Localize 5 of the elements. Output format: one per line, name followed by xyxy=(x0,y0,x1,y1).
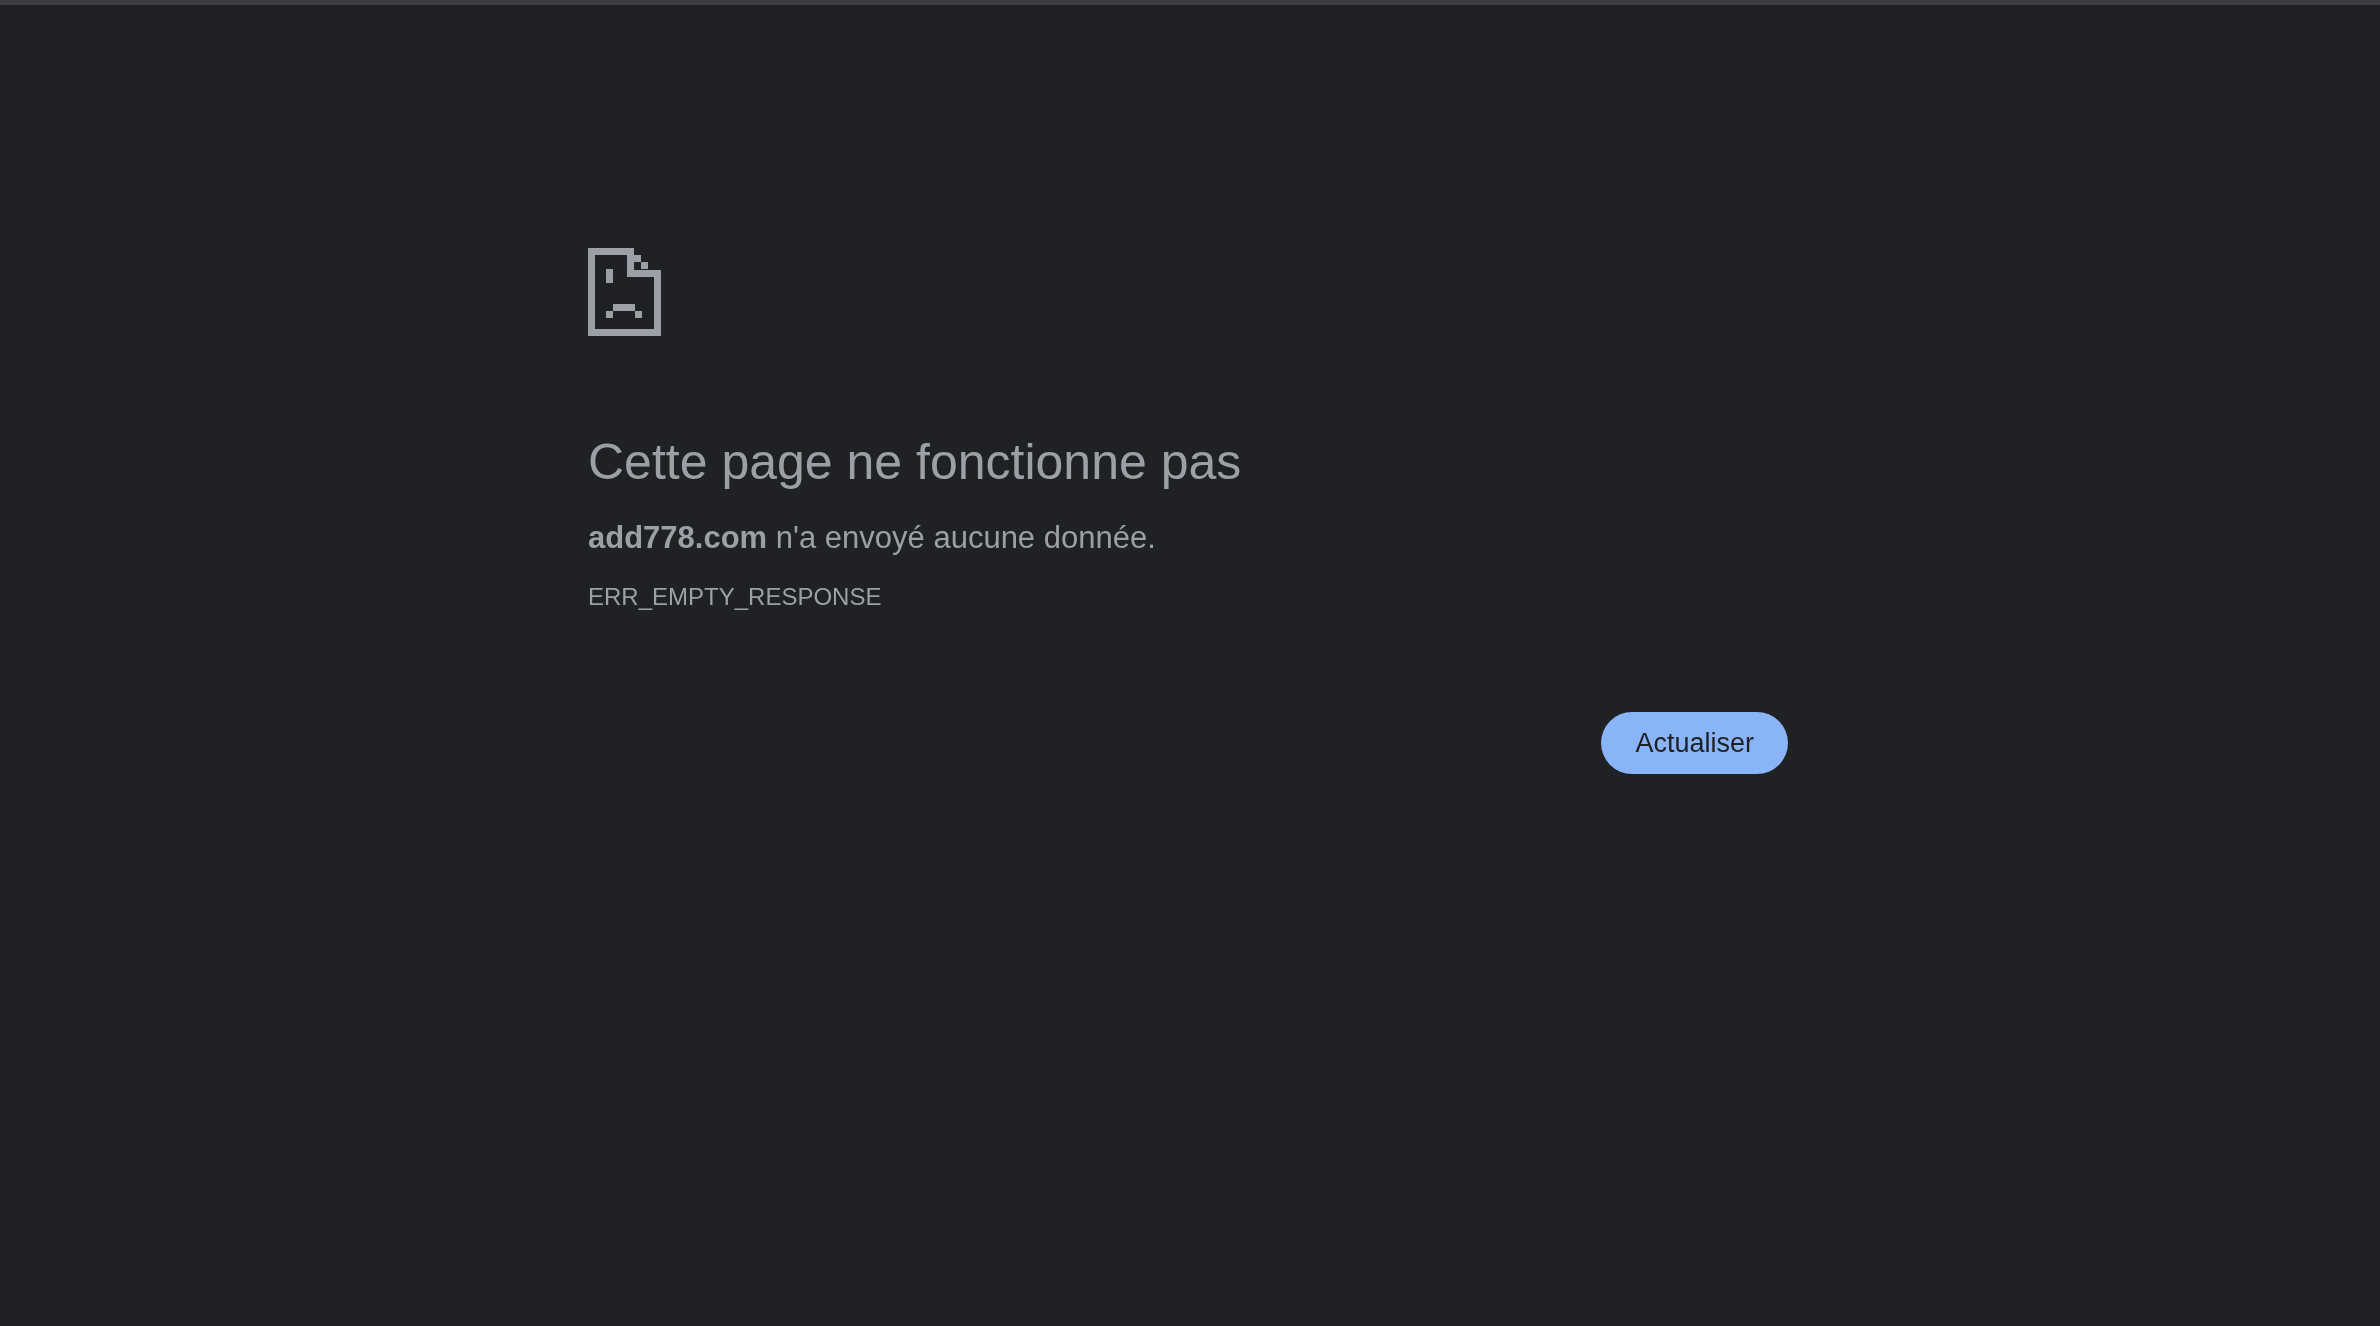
sad-page-icon xyxy=(588,248,661,336)
reload-button[interactable]: Actualiser xyxy=(1601,712,1788,774)
error-message: add778.com n'a envoyé aucune donnée. xyxy=(588,519,1157,557)
error-title: Cette page ne fonctionne pas xyxy=(588,433,1243,492)
error-code: ERR_EMPTY_RESPONSE xyxy=(588,582,883,612)
